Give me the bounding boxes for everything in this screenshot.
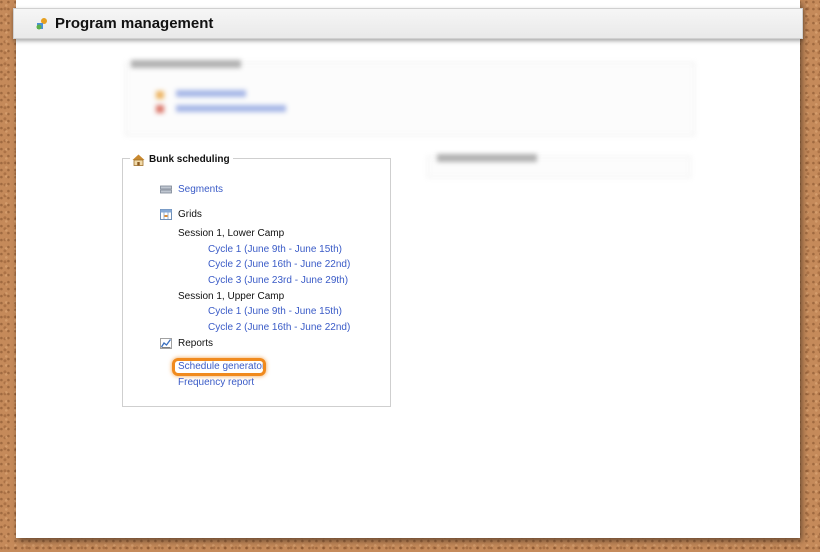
chart-icon [160, 338, 172, 349]
page-title: Program management [55, 15, 214, 32]
blurred-panel-title [437, 154, 537, 162]
grid-icon [160, 209, 172, 220]
reports-label: Reports [178, 338, 214, 349]
session-label: Session 1, Upper Camp [178, 291, 285, 302]
segments-row: Segments [160, 184, 223, 195]
cycle-link[interactable]: Cycle 3 (June 23rd - June 29th) [208, 275, 348, 286]
frequency-report-link[interactable]: Frequency report [178, 377, 254, 388]
title-bar: Program management [13, 8, 803, 39]
blurred-icon [156, 105, 164, 113]
grids-row: Grids [160, 209, 202, 220]
grids-label: Grids [178, 209, 202, 220]
blurred-link [176, 105, 286, 112]
blurred-icon [156, 91, 164, 99]
blurred-panel-title [131, 60, 241, 68]
session-label: Session 1, Lower Camp [178, 228, 285, 239]
cycle-link[interactable]: Cycle 1 (June 9th - June 15th) [208, 306, 342, 317]
reports-row: Reports [160, 338, 213, 349]
blurred-panel-program-management [125, 62, 695, 136]
bunk-scheduling-legend: Bunk scheduling [130, 151, 233, 167]
program-management-icon [35, 17, 49, 31]
cycle-link[interactable]: Cycle 2 (June 16th - June 22nd) [208, 322, 350, 333]
blurred-link [176, 90, 246, 97]
house-icon [132, 153, 145, 166]
segments-link[interactable]: Segments [178, 184, 223, 195]
segments-icon [160, 184, 172, 195]
cycle-link[interactable]: Cycle 2 (June 16th - June 22nd) [208, 259, 350, 270]
schedule-generator-highlight [172, 358, 266, 376]
bunk-scheduling-heading: Bunk scheduling [149, 153, 230, 165]
cycle-link[interactable]: Cycle 1 (June 9th - June 15th) [208, 244, 342, 255]
